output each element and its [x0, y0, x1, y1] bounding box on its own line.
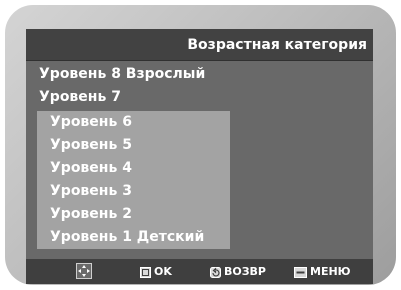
return-icon — [210, 266, 221, 278]
menu-hint: МЕНЮ — [294, 259, 351, 284]
menu-item-level-3[interactable]: Уровень 3 — [37, 180, 230, 203]
back-hint: ВОЗВР — [210, 259, 266, 284]
menu-item-level-6[interactable]: Уровень 6 — [37, 111, 230, 134]
menu-item-level-7[interactable]: Уровень 7 — [26, 86, 121, 109]
menu-item-level-2[interactable]: Уровень 2 — [37, 203, 230, 226]
directional-pad-icon — [76, 263, 92, 279]
page-title: Возрастная категория — [187, 37, 367, 53]
osd-screen: Возрастная категория Уровень 8 Взрослый … — [26, 29, 373, 284]
enter-icon — [140, 266, 151, 278]
ok-hint: OK — [140, 259, 172, 284]
rating-level-list: Уровень 8 Взрослый Уровень 7 Уровень 6 У… — [26, 61, 373, 259]
ok-label: OK — [154, 265, 172, 278]
back-label: ВОЗВР — [224, 265, 266, 278]
title-bar: Возрастная категория — [26, 29, 373, 61]
menu-label: МЕНЮ — [310, 265, 351, 278]
menu-item-level-4[interactable]: Уровень 4 — [37, 157, 230, 180]
menu-item-level-5[interactable]: Уровень 5 — [37, 134, 230, 157]
menu-item-level-1[interactable]: Уровень 1 Детский — [37, 226, 230, 249]
menu-item-level-8[interactable]: Уровень 8 Взрослый — [26, 63, 205, 86]
button-hint-bar: OK ВОЗВР МЕНЮ — [26, 259, 373, 284]
menu-icon — [294, 266, 307, 278]
